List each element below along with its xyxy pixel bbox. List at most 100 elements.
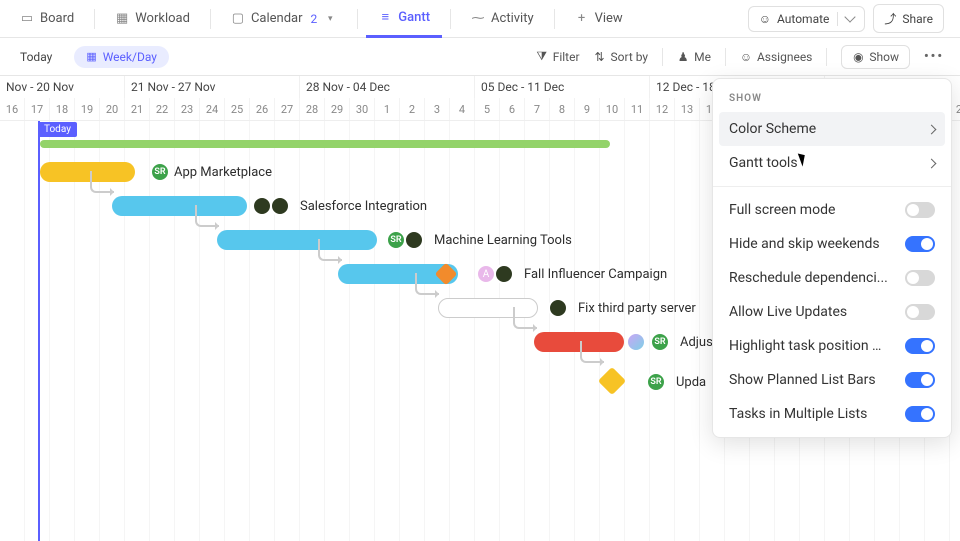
chevron-right-icon — [927, 158, 937, 168]
timeline-day: 5 — [475, 98, 500, 120]
popover-toggle-multi-lists[interactable]: Tasks in Multiple Lists — [713, 397, 951, 431]
popover-item-color-scheme[interactable]: Color Scheme — [719, 112, 945, 146]
board-icon: ▭ — [20, 12, 34, 26]
tab-workload[interactable]: ▦ Workload — [103, 0, 202, 38]
separator — [662, 48, 663, 66]
task-name[interactable]: Fall Influencer Campaign — [524, 267, 667, 282]
separator — [826, 48, 827, 66]
popover-toggle-reschedule-deps[interactable]: Reschedule dependenci... — [713, 261, 951, 295]
tab-gantt[interactable]: ≡ Gantt — [366, 0, 442, 38]
popover-toggle-planned-bars[interactable]: Show Planned List Bars — [713, 363, 951, 397]
toggle-switch[interactable] — [905, 304, 935, 320]
share-icon: ⤴ — [884, 10, 896, 27]
chevron-down-icon[interactable] — [845, 11, 856, 22]
calendar-icon: ▢ — [231, 12, 245, 26]
filter-button[interactable]: ⧩ Filter — [536, 50, 580, 64]
toggle-switch[interactable] — [905, 372, 935, 388]
task-name[interactable]: Salesforce Integration — [300, 199, 427, 214]
item-label: Gantt tools — [729, 155, 798, 171]
separator — [837, 12, 838, 26]
tab-activity[interactable]: ⁓ Activity — [459, 0, 546, 38]
popover-toggle-live-updates[interactable]: Allow Live Updates — [713, 295, 951, 329]
task-bar[interactable] — [534, 332, 624, 352]
popover-item-gantt-tools[interactable]: Gantt tools — [713, 146, 951, 180]
timeline-day: 22 — [150, 98, 175, 120]
toggle-switch[interactable] — [905, 338, 935, 354]
avatar[interactable]: A — [476, 264, 496, 284]
toolbar-right: ⧩ Filter ⇅ Sort by ♟ Me ☺ Assignees ◉ Sh… — [536, 45, 952, 69]
task-bar[interactable] — [40, 162, 135, 182]
today-flag: Today — [38, 122, 77, 137]
button-label: Filter — [553, 50, 580, 64]
task-bar[interactable] — [112, 196, 247, 216]
automate-button[interactable]: ☺ Automate — [748, 6, 866, 32]
tab-board[interactable]: ▭ Board — [8, 0, 86, 38]
avatar[interactable] — [270, 196, 290, 216]
button-label: Sort by — [611, 50, 649, 64]
today-button[interactable]: Today — [8, 46, 64, 68]
item-label: Show Planned List Bars — [729, 372, 876, 388]
task-name[interactable]: Fix third party server — [578, 301, 696, 316]
timeline-day: 20 — [100, 98, 125, 120]
timeline-day: 26 — [250, 98, 275, 120]
avatar[interactable] — [626, 332, 646, 352]
avatar[interactable]: SR — [150, 162, 170, 182]
timeline-day: 29 — [325, 98, 350, 120]
timeline-day: 12 — [650, 98, 675, 120]
item-label: Color Scheme — [729, 121, 816, 137]
plus-icon: + — [575, 12, 589, 26]
tab-add-view[interactable]: + View — [563, 0, 635, 38]
task-label-group: Salesforce Integration — [258, 196, 427, 216]
task-name[interactable]: Upda — [676, 375, 706, 390]
timeline-day: 30 — [350, 98, 375, 120]
toggle-switch[interactable] — [905, 270, 935, 286]
toggle-switch[interactable] — [905, 406, 935, 422]
tab-calendar[interactable]: ▢ Calendar 2 ▾ — [219, 0, 349, 38]
separator — [554, 9, 555, 29]
timeline-day: 13 — [675, 98, 700, 120]
task-label-group: SR Machine Learning Tools — [386, 230, 572, 250]
person-icon: ♟ — [677, 51, 689, 63]
tab-label: Activity — [491, 11, 534, 26]
more-menu-button[interactable]: ••• — [924, 49, 944, 64]
task-bar[interactable] — [217, 230, 377, 250]
avatar[interactable]: SR — [650, 332, 670, 352]
button-label: Assignees — [757, 50, 812, 64]
timeline-day: 19 — [75, 98, 100, 120]
avatar[interactable] — [252, 196, 272, 216]
assignees-button[interactable]: ☺ Assignees — [740, 50, 812, 64]
tab-label: View — [595, 11, 623, 26]
popover-toggle-highlight-task[interactable]: Highlight task position o... — [713, 329, 951, 363]
separator — [94, 9, 95, 29]
timeline-day: 18 — [50, 98, 75, 120]
activity-icon: ⁓ — [471, 12, 485, 26]
milestone-diamond[interactable] — [598, 367, 626, 395]
calendar-icon: ▦ — [86, 50, 96, 63]
avatar[interactable] — [494, 264, 514, 284]
separator — [725, 48, 726, 66]
share-button[interactable]: ⤴ Share — [873, 4, 944, 33]
me-button[interactable]: ♟ Me — [677, 50, 711, 64]
timeline-day: 11 — [625, 98, 650, 120]
weekday-toggle[interactable]: ▦ Week/Day — [74, 46, 169, 68]
sortby-button[interactable]: ⇅ Sort by — [594, 50, 649, 64]
sort-icon: ⇅ — [594, 51, 606, 63]
item-label: Highlight task position o... — [729, 338, 889, 354]
task-name[interactable]: App Marketplace — [174, 165, 272, 180]
summary-bar[interactable] — [40, 140, 610, 148]
avatar[interactable] — [404, 230, 424, 250]
button-label: Me — [694, 50, 711, 64]
avatar[interactable] — [548, 298, 568, 318]
button-label: Week/Day — [103, 50, 157, 64]
popover-toggle-fullscreen[interactable]: Full screen mode — [713, 193, 951, 227]
avatar[interactable]: SR — [386, 230, 406, 250]
task-label-group: Fix third party server — [554, 298, 696, 318]
gantt-toolbar: Today ▦ Week/Day ⧩ Filter ⇅ Sort by ♟ Me… — [0, 38, 960, 76]
timeline-day: 2 — [400, 98, 425, 120]
popover-toggle-hide-weekends[interactable]: Hide and skip weekends — [713, 227, 951, 261]
avatar[interactable]: SR — [646, 372, 666, 392]
task-name[interactable]: Machine Learning Tools — [434, 233, 572, 248]
show-button[interactable]: ◉ Show — [841, 45, 910, 69]
toggle-switch[interactable] — [905, 236, 935, 252]
toggle-switch[interactable] — [905, 202, 935, 218]
